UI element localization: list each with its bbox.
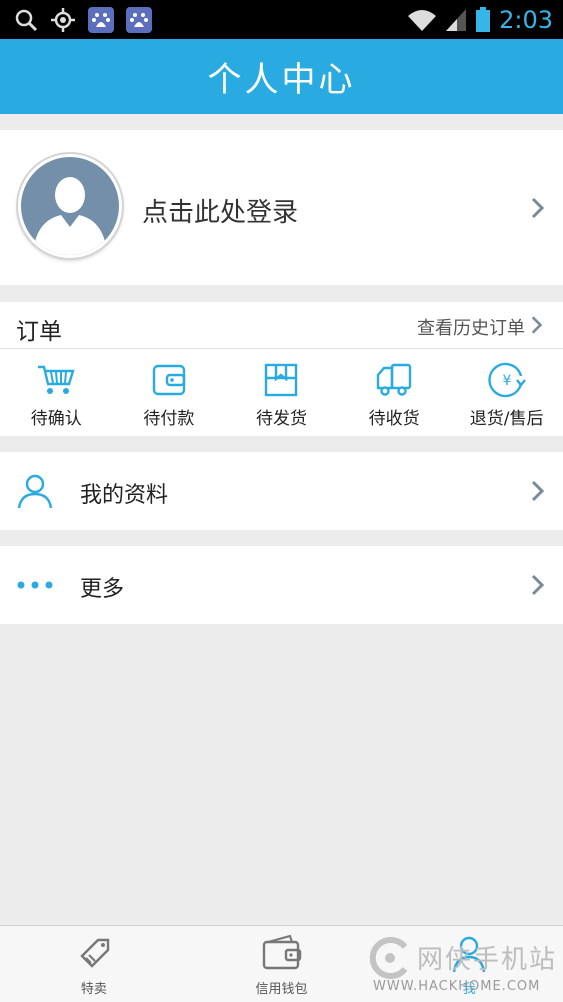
orders-title: 订单 [16, 319, 62, 345]
order-label: 退货/售后 [469, 409, 544, 429]
status-time: 2:03 [499, 6, 553, 34]
orders-card: 订单 查看历史订单 待确认 待付款 待发货 待收货 ¥ 退货/售后 [0, 302, 563, 436]
order-label: 待付款 [143, 409, 195, 429]
order-refund[interactable]: ¥ 退货/售后 [450, 350, 563, 436]
svg-text:¥: ¥ [502, 373, 511, 389]
title-bar: 个人中心 [0, 39, 563, 114]
order-status-row: 待确认 待付款 待发货 待收货 ¥ 退货/售后 [0, 350, 563, 436]
tab-label: 信用钱包 [255, 982, 308, 997]
order-label: 待确认 [30, 409, 82, 429]
avatar-placeholder-icon [33, 177, 107, 255]
baidu-icon [88, 7, 114, 33]
battery-icon [476, 7, 491, 32]
status-bar: 2:03 [0, 0, 563, 39]
my-profile-label: 我的资料 [80, 483, 169, 508]
order-history-link[interactable]: 查看历史订单 [417, 314, 525, 340]
more-label: 更多 [80, 577, 125, 602]
cart-icon [38, 365, 75, 394]
tab-me[interactable]: 我 [375, 926, 563, 1002]
chevron-right-icon [531, 197, 545, 219]
tag-icon [80, 938, 110, 968]
order-pending-receive[interactable]: 待收货 [338, 350, 451, 436]
my-profile-row[interactable]: 我的资料 [0, 452, 563, 530]
refund-icon: ¥ [487, 362, 526, 398]
package-icon [265, 363, 298, 397]
login-prompt: 点击此处登录 [142, 198, 299, 228]
avatar [18, 154, 122, 258]
page-title: 个人中心 [207, 60, 356, 100]
tab-specials[interactable]: 特卖 [0, 926, 188, 1002]
tab-credit-wallet[interactable]: 信用钱包 [188, 926, 376, 1002]
chevron-right-icon [531, 574, 545, 596]
order-label: 待收货 [368, 409, 420, 429]
truck-icon [376, 363, 412, 396]
user-icon [452, 936, 486, 973]
more-dots-icon [17, 581, 53, 589]
gps-icon [51, 8, 75, 32]
chevron-right-icon[interactable] [531, 315, 543, 335]
wifi-icon [408, 10, 437, 31]
order-pending-ship[interactable]: 待发货 [225, 350, 338, 436]
order-pending-confirm[interactable]: 待确认 [0, 350, 113, 436]
tab-label: 特卖 [80, 982, 107, 997]
baidu-icon [126, 7, 152, 33]
order-label: 待发货 [255, 409, 307, 429]
orders-header: 订单 查看历史订单 [0, 302, 563, 349]
tab-label: 我 [462, 982, 476, 997]
wallet-icon [262, 934, 301, 970]
login-card[interactable]: 点击此处登录 [0, 130, 563, 285]
status-bar-right: 2:03 [407, 4, 553, 36]
status-bar-left [14, 6, 152, 34]
bottom-tab-bar: 特卖 信用钱包 我 [0, 925, 563, 1002]
search-icon [15, 9, 38, 32]
signal-icon [446, 9, 467, 31]
more-row[interactable]: 更多 [0, 546, 563, 624]
user-icon [17, 474, 53, 509]
wallet-icon [152, 364, 186, 396]
order-pending-payment[interactable]: 待付款 [113, 350, 226, 436]
chevron-right-icon [531, 480, 545, 502]
